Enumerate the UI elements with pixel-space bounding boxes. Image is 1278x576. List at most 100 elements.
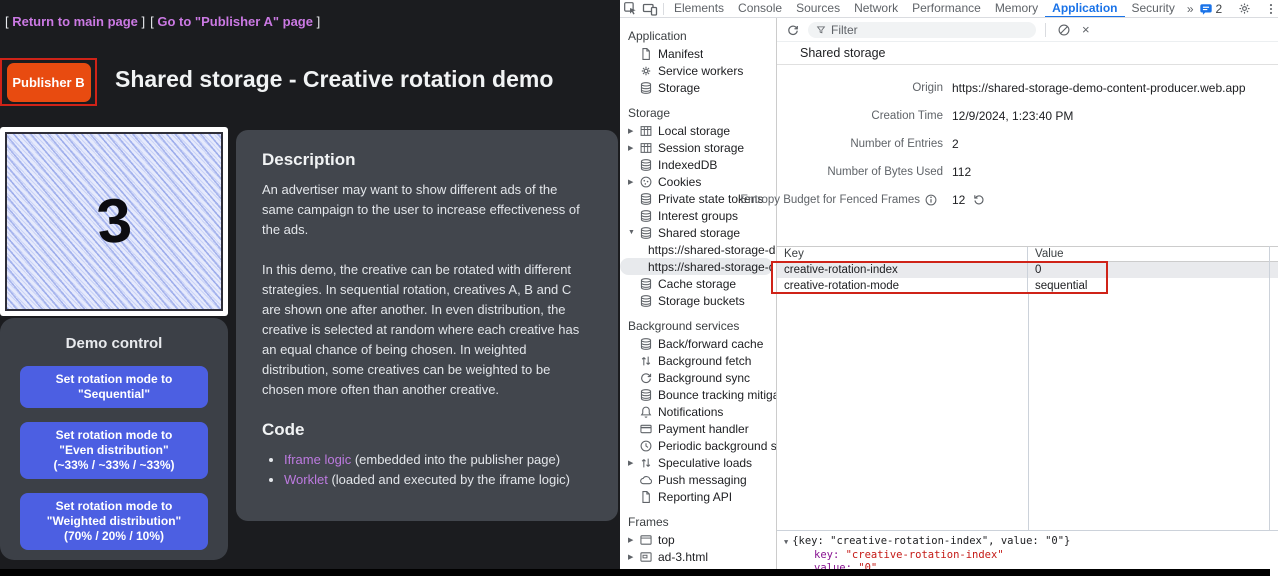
sidebar-section-header: Application <box>620 28 776 45</box>
tab-application[interactable]: Application <box>1045 0 1124 18</box>
tab-security[interactable]: Security <box>1125 0 1182 18</box>
demo-button-sequential[interactable]: Set rotation mode to"Sequential" <box>20 366 208 408</box>
code-link-worklet[interactable]: Worklet <box>284 472 328 487</box>
creative-image: 3 <box>5 132 223 311</box>
sidebar-item-shared-storage[interactable]: ▼Shared storage <box>620 224 776 241</box>
message-icon <box>1199 2 1213 16</box>
sidebar-item-reporting-api[interactable]: Reporting API <box>620 488 776 505</box>
sidebar-item-session-storage[interactable]: ▶Session storage <box>620 139 776 156</box>
sidebar-item-payment-handler[interactable]: Payment handler <box>620 420 776 437</box>
sidebar-item-indexeddb[interactable]: IndexedDB <box>620 156 776 173</box>
sidebar-item-cookies[interactable]: ▶Cookies <box>620 173 776 190</box>
tab-network[interactable]: Network <box>847 0 905 18</box>
cell-value: 0 <box>1028 264 1041 276</box>
code-link-iframe-logic[interactable]: Iframe logic <box>284 452 351 467</box>
block-icon[interactable] <box>1055 21 1073 39</box>
publisher-b-button[interactable]: Publisher B <box>7 63 91 102</box>
iframe-icon <box>639 550 653 564</box>
code-link-description: (loaded and executed by the iframe logic… <box>328 472 570 487</box>
button-line: "Even distribution" <box>22 443 206 458</box>
nav-link-return-to-main-page[interactable]: Return to main page <box>12 14 138 29</box>
expand-toggle-icon[interactable]: ▼ <box>784 538 788 546</box>
chevron-right-icon[interactable]: ▶ <box>628 459 639 467</box>
message-count: 2 <box>1216 2 1223 16</box>
sidebar-item-top[interactable]: ▶top <box>620 531 776 548</box>
sidebar-item-https-shared-storage-d[interactable]: https://shared-storage-d... <box>620 241 776 258</box>
up-down-arrows-icon <box>639 354 653 368</box>
sidebar-item-local-storage[interactable]: ▶Local storage <box>620 122 776 139</box>
property-name: key: <box>814 549 846 561</box>
sidebar-item-interest-groups[interactable]: Interest groups <box>620 207 776 224</box>
creative-ad-frame[interactable]: 3 <box>0 127 228 316</box>
demo-button-weighted-distribution[interactable]: Set rotation mode to"Weighted distributi… <box>20 493 208 550</box>
kebab-menu-icon[interactable] <box>1261 0 1278 18</box>
demo-button-even-distribution[interactable]: Set rotation mode to"Even distribution"(… <box>20 422 208 479</box>
button-line: Set rotation mode to <box>22 372 206 387</box>
sidebar-item-background-fetch[interactable]: Background fetch <box>620 352 776 369</box>
database-icon <box>639 226 653 240</box>
inspect-element-icon[interactable] <box>620 0 640 18</box>
tab-memory[interactable]: Memory <box>988 0 1045 18</box>
tab-elements[interactable]: Elements <box>667 0 731 18</box>
table-right-edge <box>1269 246 1270 530</box>
cell-key: creative-rotation-mode <box>777 278 1028 294</box>
chevron-right-icon[interactable]: ▶ <box>628 553 639 561</box>
tab-sources[interactable]: Sources <box>789 0 847 18</box>
sidebar-item-storage[interactable]: Storage <box>620 79 776 96</box>
sidebar-item-label: Speculative loads <box>658 456 752 470</box>
tab-performance[interactable]: Performance <box>905 0 988 18</box>
sidebar-item-bounce-tracking-mitiga[interactable]: Bounce tracking mitiga... <box>620 386 776 403</box>
chevron-right-icon[interactable]: ▶ <box>628 127 639 135</box>
sidebar-item-storage-buckets[interactable]: Storage buckets <box>620 292 776 309</box>
sidebar-item-background-sync[interactable]: Background sync <box>620 369 776 386</box>
reset-budget-icon[interactable] <box>972 193 986 207</box>
metadata-value: https://shared-storage-demo-content-prod… <box>952 81 1246 95</box>
shared-storage-metadata: Originhttps://shared-storage-demo-conten… <box>777 74 1278 214</box>
metadata-label: Number of Bytes Used <box>777 166 943 178</box>
table-row[interactable]: creative-rotation-index0 <box>777 262 1278 278</box>
tab-console[interactable]: Console <box>731 0 789 18</box>
device-toolbar-icon[interactable] <box>640 0 660 18</box>
refresh-icon[interactable] <box>784 21 802 39</box>
sidebar-item-manifest[interactable]: Manifest <box>620 45 776 62</box>
clear-icon[interactable]: × <box>1082 22 1090 37</box>
filter-input[interactable]: Filter <box>808 22 1036 38</box>
sidebar-section-application: ApplicationManifestService workersStorag… <box>620 28 776 96</box>
metadata-row-number-of-entries: Number of Entries2 <box>777 130 1278 158</box>
nav-link-go-to-publisher-a-page[interactable]: Go to "Publisher A" page <box>157 14 313 29</box>
sidebar-item-cache-storage[interactable]: Cache storage <box>620 275 776 292</box>
chevron-right-icon[interactable]: ▶ <box>628 178 639 186</box>
metadata-label: Entropy Budget for Fenced Frames <box>777 193 943 207</box>
metadata-value: 12/9/2024, 1:23:40 PM <box>952 109 1073 123</box>
console-messages-button[interactable]: 2 <box>1199 2 1223 16</box>
description-paragraph: An advertiser may want to show different… <box>262 180 592 240</box>
sidebar-item-ad-3-html[interactable]: ▶ad-3.html <box>620 548 776 565</box>
chevron-right-icon[interactable]: ▶ <box>628 144 639 152</box>
sidebar-item-https-shared-storage-d[interactable]: https://shared-storage-d... <box>620 258 773 275</box>
button-line: (~33% / ~33% / ~33%) <box>22 458 206 473</box>
devtools: ElementsConsoleSourcesNetworkPerformance… <box>620 0 1278 576</box>
file-icon <box>639 490 653 504</box>
sidebar-item-periodic-background-s[interactable]: Periodic background s... <box>620 437 776 454</box>
chevron-right-icon[interactable]: ▶ <box>628 536 639 544</box>
database-icon <box>639 388 653 402</box>
chevron-down-icon[interactable]: ▼ <box>628 229 639 236</box>
more-tabs-button[interactable]: » <box>1182 2 1199 16</box>
sidebar-item-speculative-loads[interactable]: ▶ Speculative loads <box>620 454 776 471</box>
demo-control-title: Demo control <box>0 318 228 352</box>
table-column-divider <box>1028 294 1029 530</box>
funnel-icon <box>816 25 826 35</box>
sidebar-item-push-messaging[interactable]: Push messaging <box>620 471 776 488</box>
button-line: "Sequential" <box>22 387 206 402</box>
sidebar-section-frames: Frames▶top▶ad-3.html <box>620 514 776 565</box>
sidebar-item-back-forward-cache[interactable]: Back/forward cache <box>620 335 776 352</box>
page-nav: [ Return to main page ][ Go to "Publishe… <box>5 14 325 29</box>
sidebar-item-label: Notifications <box>658 405 723 419</box>
table-row[interactable]: creative-rotation-modesequential <box>777 278 1278 294</box>
sidebar-item-notifications[interactable]: Notifications <box>620 403 776 420</box>
sidebar-item-service-workers[interactable]: Service workers <box>620 62 776 79</box>
up-down-arrows-icon <box>639 456 653 470</box>
toolbar-separator <box>1045 23 1046 37</box>
settings-gear-icon[interactable] <box>1234 0 1254 18</box>
sidebar-item-label: Push messaging <box>658 473 747 487</box>
